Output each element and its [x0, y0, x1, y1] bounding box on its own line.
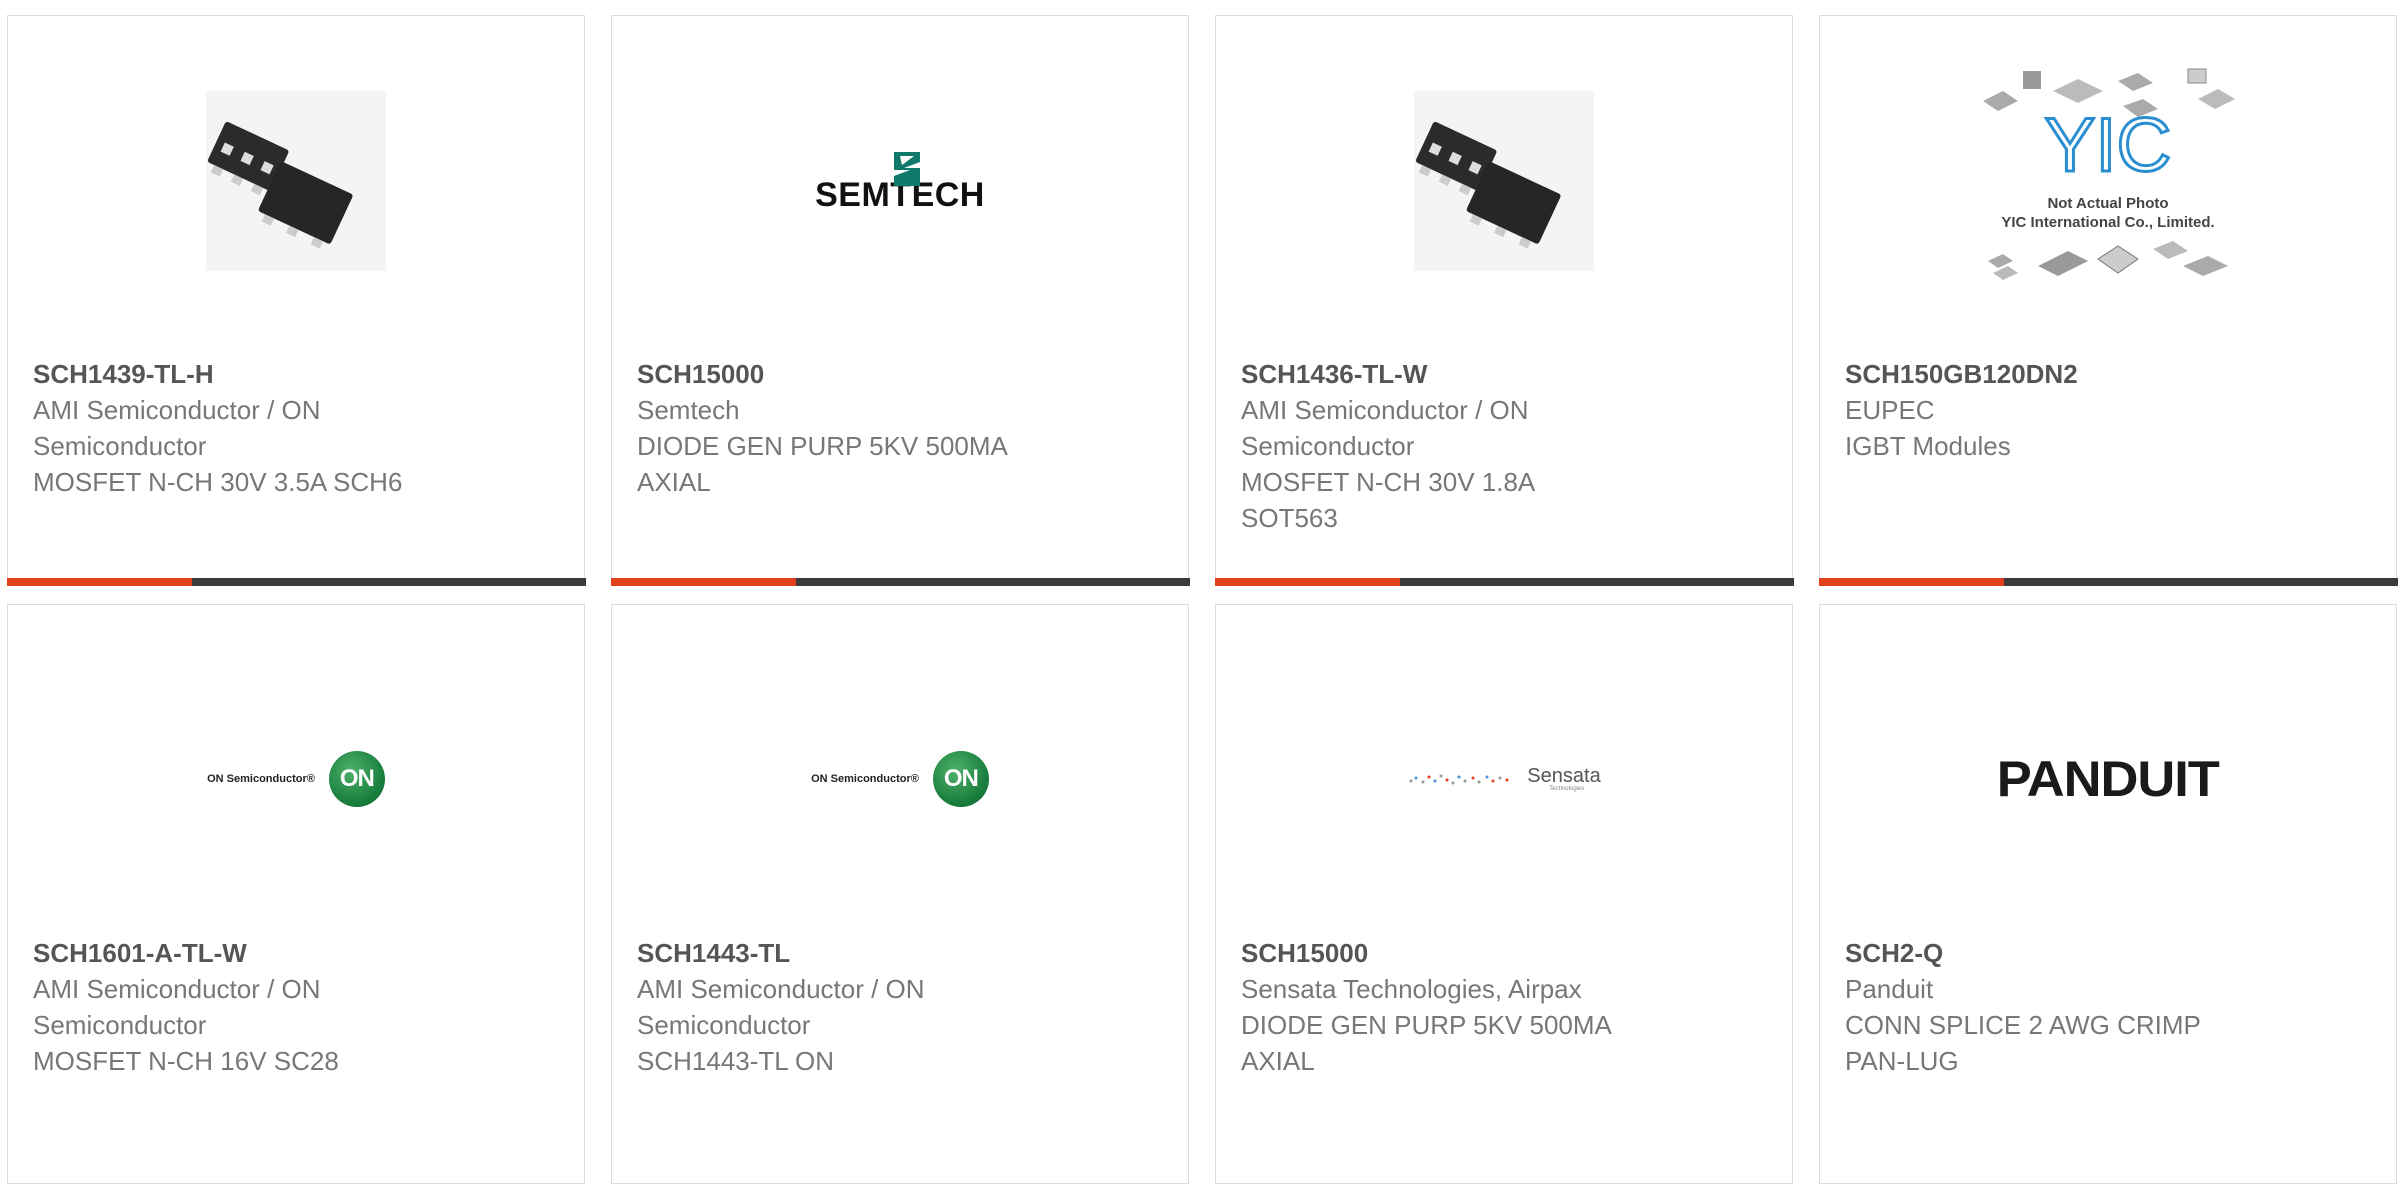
product-image[interactable]: ON Semiconductor® ON: [8, 605, 584, 953]
manufacturer: Sensata Technologies, Airpax: [1241, 974, 1582, 1004]
description: SOT563: [1241, 503, 1338, 533]
manufacturer: Semiconductor: [33, 431, 207, 461]
description: SCH1443-TL ON: [637, 1046, 834, 1076]
product-image[interactable]: YIC Not Actual Photo YIC International C…: [1820, 16, 2396, 346]
description: AXIAL: [637, 467, 711, 497]
product-card[interactable]: ON Semiconductor® ON SCH1601-A-TL-W AMI …: [7, 604, 585, 1184]
description: MOSFET N-CH 16V SC28: [33, 1046, 339, 1076]
card-accent-bar: [6, 577, 192, 586]
manufacturer: Semtech: [637, 395, 740, 425]
manufacturer: AMI Semiconductor / ON: [1241, 395, 1529, 425]
panduit-logo: PANDUIT: [1996, 751, 2220, 807]
placeholder-line1: Not Actual Photo: [2047, 195, 2168, 212]
manufacturer: Panduit: [1845, 974, 1934, 1004]
product-info: SCH1439-TL-H AMI Semiconductor / ON Semi…: [33, 356, 564, 500]
sensata-dots-icon: [1409, 774, 1509, 785]
product-grid: SCH1439-TL-H AMI Semiconductor / ON Semi…: [0, 0, 2400, 1184]
on-semiconductor-logo: ON Semiconductor® ON: [811, 751, 989, 807]
card-accent-bar: [610, 577, 796, 586]
chip-package-icon: [1414, 91, 1594, 271]
product-card[interactable]: Sensata Technologies SCH15000 Sensata Te…: [1215, 604, 1793, 1184]
part-number[interactable]: SCH2-Q: [1845, 935, 2376, 971]
description: MOSFET N-CH 30V 3.5A SCH6: [33, 467, 403, 497]
semtech-logo: SEMTECH: [815, 152, 985, 212]
description: IGBT Modules: [1845, 431, 2011, 461]
manufacturer: EUPEC: [1845, 395, 1935, 425]
card-accent-bar: [1214, 577, 1400, 586]
product-info: SCH1436-TL-W AMI Semiconductor / ON Semi…: [1241, 356, 1772, 536]
part-number[interactable]: SCH15000: [1241, 935, 1772, 971]
manufacturer: Semiconductor: [1241, 431, 1415, 461]
product-card[interactable]: SCH1439-TL-H AMI Semiconductor / ON Semi…: [6, 15, 586, 586]
product-info: SCH15000 Sensata Technologies, Airpax DI…: [1241, 935, 1772, 1079]
yic-placeholder-image: YIC Not Actual Photo YIC International C…: [1983, 68, 2235, 280]
part-number[interactable]: SCH1601-A-TL-W: [33, 935, 564, 971]
product-image[interactable]: ON Semiconductor® ON: [612, 605, 1188, 953]
sensata-logo-text: Sensata Technologies: [1527, 766, 1600, 792]
product-card[interactable]: ON Semiconductor® ON SCH1443-TL AMI Semi…: [611, 604, 1189, 1184]
yic-logo-text: YIC: [2045, 103, 2172, 188]
part-number[interactable]: SCH1439-TL-H: [33, 356, 564, 392]
card-bottom-bar: [1214, 577, 1794, 586]
on-badge-icon: ON: [932, 751, 989, 807]
product-card[interactable]: YIC Not Actual Photo YIC International C…: [1818, 15, 2398, 586]
sensata-sub: Technologies: [1549, 786, 1585, 792]
description: AXIAL: [1241, 1046, 1315, 1076]
on-logo-text: ON Semiconductor®: [811, 773, 919, 785]
card-bottom-bar: [1818, 577, 2398, 586]
sensata-name: Sensata: [1527, 765, 1601, 787]
manufacturer: AMI Semiconductor / ON: [33, 395, 321, 425]
part-number[interactable]: SCH15000: [637, 356, 1168, 392]
semtech-mark-icon: [893, 152, 920, 186]
sensata-logo: Sensata Technologies: [1407, 766, 1601, 792]
product-info: SCH15000 Semtech DIODE GEN PURP 5KV 500M…: [637, 356, 1168, 500]
card-bottom-bar: [610, 577, 1190, 586]
product-card[interactable]: SEMTECH SCH15000 Semtech DIODE GEN PURP …: [610, 15, 1190, 586]
product-info: SCH2-Q Panduit CONN SPLICE 2 AWG CRIMP P…: [1845, 935, 2376, 1079]
description: PAN-LUG: [1845, 1046, 1959, 1076]
part-number[interactable]: SCH1443-TL: [637, 935, 1168, 971]
manufacturer: AMI Semiconductor / ON: [33, 974, 321, 1004]
product-image[interactable]: [1216, 16, 1792, 346]
on-semiconductor-logo: ON Semiconductor® ON: [207, 751, 385, 807]
placeholder-line2: YIC International Co., Limited.: [2001, 214, 2214, 231]
description: DIODE GEN PURP 5KV 500MA: [637, 431, 1008, 461]
product-info: SCH1443-TL AMI Semiconductor / ON Semico…: [637, 935, 1168, 1079]
on-logo-text: ON Semiconductor®: [207, 773, 315, 785]
card-bottom-bar: [6, 577, 586, 586]
product-image[interactable]: Sensata Technologies: [1216, 605, 1792, 953]
part-number[interactable]: SCH150GB120DN2: [1845, 356, 2376, 392]
product-image[interactable]: PANDUIT: [1820, 605, 2396, 953]
product-image[interactable]: [8, 16, 584, 346]
manufacturer: Semiconductor: [33, 1010, 207, 1040]
manufacturer: AMI Semiconductor / ON: [637, 974, 925, 1004]
product-info: SCH150GB120DN2 EUPEC IGBT Modules: [1845, 356, 2376, 464]
description: DIODE GEN PURP 5KV 500MA: [1241, 1010, 1612, 1040]
card-accent-bar: [1818, 577, 2004, 586]
product-info: SCH1601-A-TL-W AMI Semiconductor / ON Se…: [33, 935, 564, 1079]
product-card[interactable]: PANDUIT SCH2-Q Panduit CONN SPLICE 2 AWG…: [1819, 604, 2397, 1184]
manufacturer: Semiconductor: [637, 1010, 811, 1040]
part-number[interactable]: SCH1436-TL-W: [1241, 356, 1772, 392]
product-card[interactable]: SCH1436-TL-W AMI Semiconductor / ON Semi…: [1214, 15, 1794, 586]
description: CONN SPLICE 2 AWG CRIMP: [1845, 1010, 2201, 1040]
product-image[interactable]: SEMTECH: [612, 16, 1188, 346]
on-badge-icon: ON: [328, 751, 385, 807]
description: MOSFET N-CH 30V 1.8A: [1241, 467, 1536, 497]
chip-package-icon: [206, 91, 386, 271]
